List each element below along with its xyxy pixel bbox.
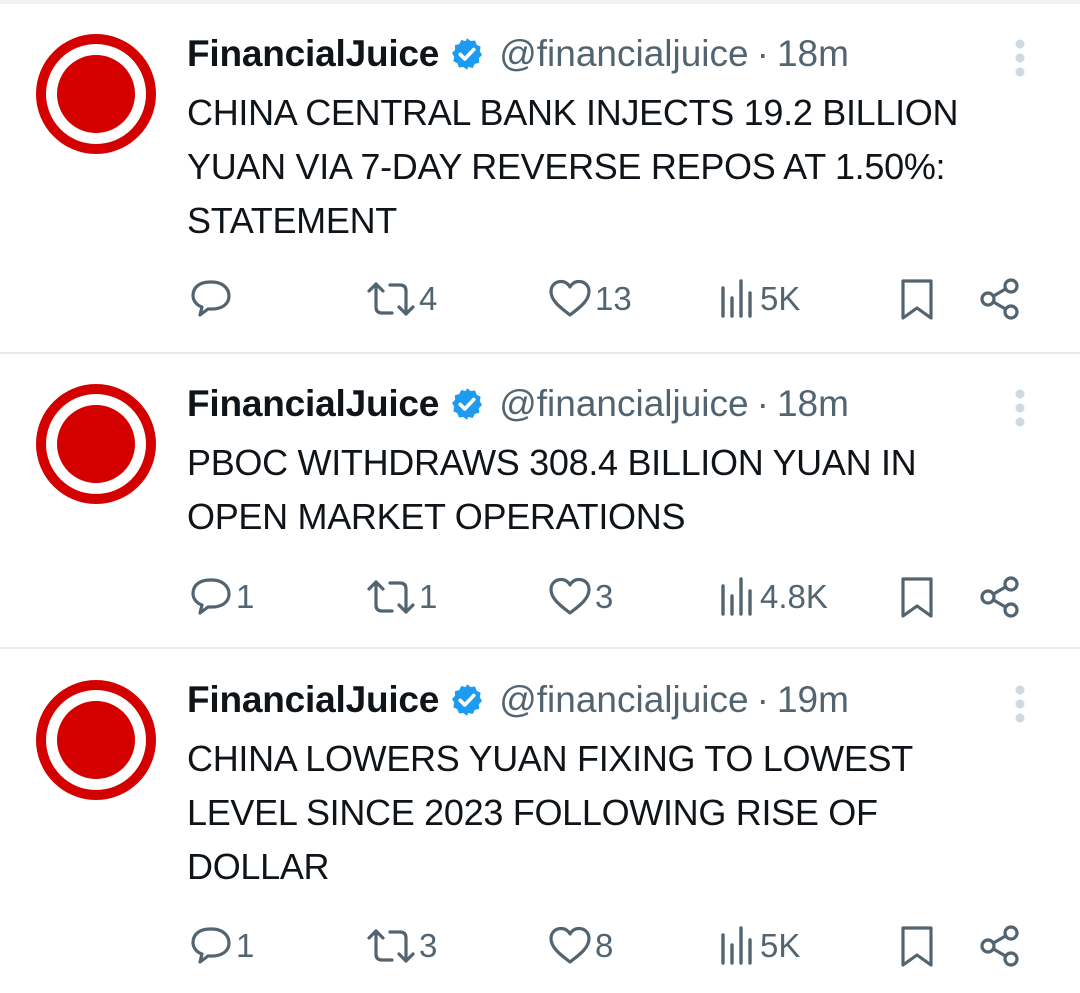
author-name[interactable]: FinancialJuice — [187, 679, 439, 721]
tweet[interactable]: FinancialJuice @financialjuice · 19m CHI… — [0, 649, 1080, 993]
like-button[interactable]: 13 — [547, 274, 632, 324]
reply-bubble-icon — [191, 927, 231, 964]
share-button[interactable] — [977, 572, 1023, 622]
reply-count: 1 — [236, 578, 255, 615]
share-button[interactable] — [977, 274, 1023, 324]
tweet-header: FinancialJuice @financialjuice · 19m — [187, 678, 849, 722]
tweet-text-line: CHINA CENTRAL BANK INJECTS 19.2 BILLION — [187, 92, 959, 133]
author-name[interactable]: FinancialJuice — [187, 33, 439, 75]
avatar[interactable] — [36, 680, 156, 800]
like-button[interactable]: 3 — [547, 572, 613, 622]
retweet-button[interactable]: 3 — [365, 921, 437, 971]
tweet-actions: 1 3 8 5K — [0, 921, 1080, 971]
timestamp[interactable]: 18m — [777, 383, 849, 425]
tweet-header: FinancialJuice @financialjuice · 18m — [187, 32, 849, 76]
reply-button[interactable]: 1 — [188, 921, 254, 971]
share-icon — [980, 278, 1019, 320]
author-name[interactable]: FinancialJuice — [187, 383, 439, 425]
bookmark-icon — [901, 926, 933, 967]
retweet-count: 1 — [419, 578, 438, 615]
views-button[interactable]: 5K — [718, 921, 800, 971]
retweet-icon — [367, 282, 415, 316]
tweet-text: PBOC WITHDRAWS 308.4 BILLION YUAN IN OPE… — [187, 436, 1047, 544]
separator-dot: · — [756, 33, 769, 74]
retweet-button[interactable]: 1 — [365, 572, 437, 622]
tweet[interactable]: FinancialJuice @financialjuice · 18m CHI… — [0, 0, 1080, 352]
tweet-actions: 1 1 3 4.8K — [0, 572, 1080, 622]
tweet-text-line: OPEN MARKET OPERATIONS — [187, 496, 686, 537]
bookmark-icon — [901, 577, 933, 618]
views-bar-chart-icon — [721, 279, 752, 318]
retweet-count: 4 — [419, 280, 438, 317]
tweet-text-line: YUAN VIA 7-DAY REVERSE REPOS AT 1.50%: — [187, 146, 946, 187]
timestamp[interactable]: 19m — [777, 679, 849, 721]
reply-bubble-icon — [191, 578, 231, 615]
retweet-icon — [367, 929, 415, 963]
heart-icon — [549, 926, 591, 964]
tweet-text-line: PBOC WITHDRAWS 308.4 BILLION YUAN IN — [187, 442, 917, 483]
views-bar-chart-icon — [721, 926, 752, 965]
more-vertical-icon[interactable] — [1008, 386, 1032, 430]
tweet-text: CHINA CENTRAL BANK INJECTS 19.2 BILLION … — [187, 86, 1047, 248]
reply-button[interactable] — [188, 274, 236, 324]
heart-icon — [549, 577, 591, 615]
separator-dot: · — [756, 383, 769, 424]
verified-badge-icon — [452, 38, 483, 70]
more-vertical-icon[interactable] — [1008, 682, 1032, 726]
views-bar-chart-icon — [721, 577, 752, 616]
reply-button[interactable]: 1 — [188, 572, 254, 622]
bookmark-button[interactable] — [896, 921, 938, 971]
author-handle[interactable]: @financialjuice — [499, 33, 748, 75]
separator-dot: · — [756, 679, 769, 720]
bookmark-icon — [901, 279, 933, 320]
tweet-text-line: LEVEL SINCE 2023 FOLLOWING RISE OF — [187, 792, 878, 833]
author-handle[interactable]: @financialjuice — [499, 383, 748, 425]
bookmark-button[interactable] — [896, 572, 938, 622]
tweet-text-line: DOLLAR — [187, 846, 330, 887]
tweet-header: FinancialJuice @financialjuice · 18m — [187, 382, 849, 426]
bookmark-button[interactable] — [896, 274, 938, 324]
retweet-count: 3 — [419, 927, 438, 964]
view-count: 5K — [760, 927, 801, 964]
retweet-icon — [367, 580, 415, 614]
author-handle[interactable]: @financialjuice — [499, 679, 748, 721]
tweet-text-line: CHINA LOWERS YUAN FIXING TO LOWEST — [187, 738, 913, 779]
reply-bubble-icon — [191, 280, 231, 317]
views-button[interactable]: 5K — [718, 274, 800, 324]
like-count: 8 — [595, 927, 614, 964]
retweet-button[interactable]: 4 — [365, 274, 437, 324]
tweet[interactable]: FinancialJuice @financialjuice · 18m PBO… — [0, 354, 1080, 647]
view-count: 4.8K — [760, 578, 828, 615]
reply-count: 1 — [236, 927, 255, 964]
timestamp[interactable]: 18m — [777, 33, 849, 75]
like-count: 13 — [595, 280, 632, 317]
verified-badge-icon — [452, 388, 483, 420]
like-button[interactable]: 8 — [547, 921, 613, 971]
verified-badge-icon — [452, 684, 483, 716]
tweet-text-line: STATEMENT — [187, 200, 397, 241]
avatar[interactable] — [36, 384, 156, 504]
tweet-text: CHINA LOWERS YUAN FIXING TO LOWEST LEVEL… — [187, 732, 1047, 894]
heart-icon — [549, 279, 591, 317]
view-count: 5K — [760, 280, 801, 317]
share-icon — [980, 576, 1019, 618]
tweet-actions: 4 13 5K — [0, 274, 1080, 324]
like-count: 3 — [595, 578, 614, 615]
avatar[interactable] — [36, 34, 156, 154]
share-button[interactable] — [977, 921, 1023, 971]
views-button[interactable]: 4.8K — [718, 572, 828, 622]
share-icon — [980, 925, 1019, 967]
more-vertical-icon[interactable] — [1008, 36, 1032, 80]
